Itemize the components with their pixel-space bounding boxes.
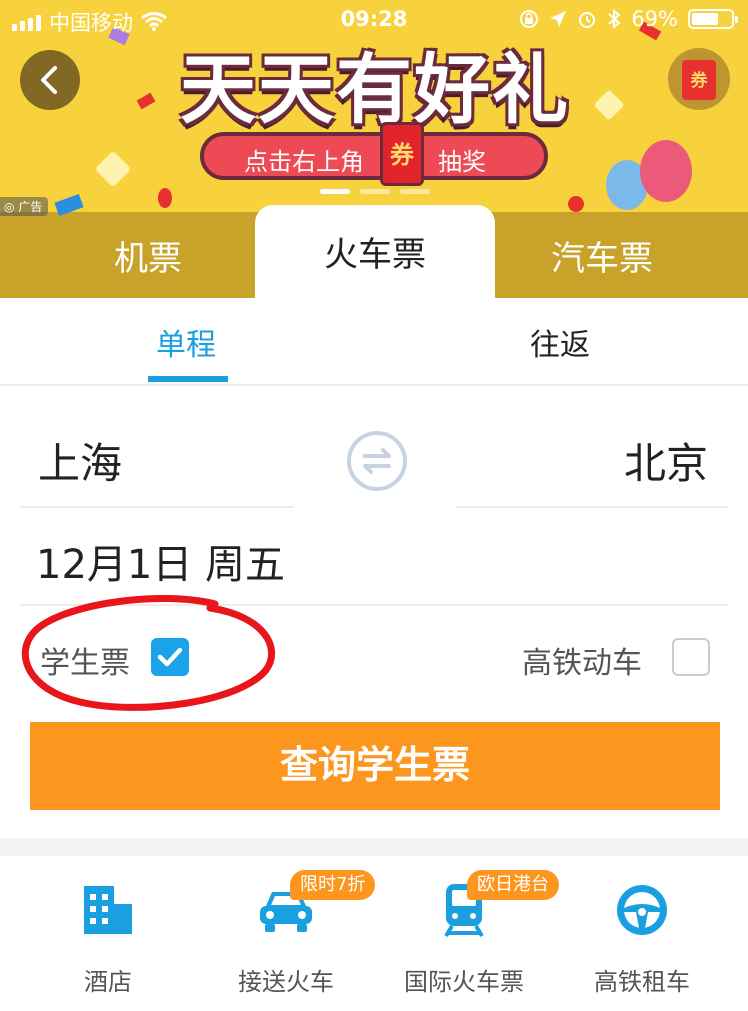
tab-one-way[interactable]: 单程: [156, 320, 216, 364]
banner-title: 天天有好礼: [180, 45, 570, 134]
banner-pager: [320, 189, 430, 194]
back-button[interactable]: [20, 50, 80, 110]
orientation-lock-icon: [520, 10, 539, 28]
service-label: 酒店: [84, 968, 132, 996]
promo-banner[interactable]: 中国移动 09:28 69% 天天有好礼 点击右上角 券 抽奖 券 ◎ 广告 机…: [0, 0, 748, 298]
divider: [20, 506, 294, 508]
service-hotel[interactable]: 酒店: [18, 880, 198, 997]
battery-percentage: 69%: [631, 7, 678, 31]
high-speed-train-label[interactable]: 高铁动车: [522, 638, 642, 682]
battery-icon: [688, 9, 738, 29]
pink-balloon-decoration: [640, 140, 692, 202]
pager-dot: [360, 189, 390, 194]
location-icon: [550, 11, 567, 27]
tab-round-trip[interactable]: 往返: [530, 320, 590, 364]
active-tab-indicator: [148, 376, 228, 382]
departure-date[interactable]: 12月1日 周五: [36, 532, 285, 590]
confetti-decoration: [593, 89, 625, 121]
pager-dot: [320, 189, 350, 194]
ad-mark-icon: ◎: [4, 200, 15, 214]
bluetooth-icon: [608, 9, 621, 29]
service-hsr-car-rental[interactable]: 高铁租车: [552, 880, 732, 997]
swap-cities-button[interactable]: [347, 431, 407, 491]
building-icon: [84, 886, 132, 934]
trip-type-tabs: 单程 往返: [0, 298, 748, 386]
confetti-decoration: [94, 150, 132, 188]
coupon-button[interactable]: 券: [668, 48, 730, 110]
departure-city[interactable]: 上海: [38, 430, 122, 491]
banner-subtitle-pill: 点击右上角 券 抽奖: [200, 122, 548, 186]
arrival-city[interactable]: 北京: [624, 430, 708, 491]
chevron-left-icon: [41, 66, 57, 94]
section-divider: [0, 838, 748, 856]
confetti-decoration: [158, 188, 172, 208]
banner-coupon-tag: 券: [380, 122, 424, 186]
banner-subtitle-right: 抽奖: [438, 148, 486, 176]
pager-dot: [400, 189, 430, 194]
ad-label: ◎ 广告: [0, 197, 49, 216]
banner-subtitle-left: 点击右上角: [244, 148, 364, 176]
coupon-envelope-icon: 券: [682, 60, 716, 100]
search-student-tickets-button[interactable]: 查询学生票: [30, 722, 720, 810]
ad-label-text: 广告: [18, 200, 43, 214]
alarm-icon: [579, 12, 596, 28]
service-label: 高铁租车: [594, 968, 690, 996]
confetti-decoration: [136, 92, 156, 110]
divider: [456, 506, 728, 508]
tab-train[interactable]: 火车票: [255, 205, 495, 298]
promo-badge: 限时7折: [290, 870, 376, 900]
battery-fill: [692, 13, 718, 25]
high-speed-train-checkbox[interactable]: [672, 638, 710, 676]
confetti-decoration: [568, 196, 584, 212]
tab-bus[interactable]: 汽车票: [482, 224, 722, 294]
red-annotation-circle: [21, 595, 275, 711]
service-label: 接送火车: [238, 968, 334, 996]
steering-wheel-icon: [617, 885, 667, 935]
service-label: 国际火车票: [404, 968, 524, 996]
swap-icon: [363, 448, 391, 474]
tab-flight[interactable]: 机票: [28, 224, 268, 294]
promo-badge: 欧日港台: [467, 870, 559, 900]
